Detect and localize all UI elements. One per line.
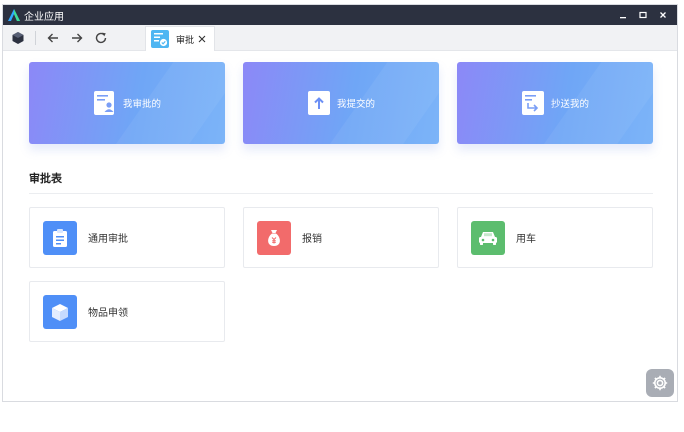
settings-button[interactable] <box>646 369 674 397</box>
card-label: 我提交的 <box>336 99 375 110</box>
tab-label: 审批 <box>176 35 195 46</box>
title-bar: 企业应用 <box>3 5 677 25</box>
section-divider <box>29 193 653 194</box>
app-icon-tile <box>43 294 77 329</box>
close-icon <box>660 12 666 18</box>
arrow-left-icon <box>47 33 58 42</box>
section-title: 审批表 <box>29 172 62 185</box>
gear-icon <box>652 375 668 391</box>
card-label: 我审批的 <box>122 99 161 110</box>
forward-button[interactable] <box>66 27 88 49</box>
home-button[interactable] <box>7 27 29 49</box>
minimize-button[interactable] <box>613 5 633 25</box>
app-window: 企业应用 审批 我审批的 我提交的 抄送我的 审批表 通用审批 报销 用车 物品… <box>2 4 678 402</box>
close-icon <box>198 35 206 43</box>
maximize-icon <box>639 11 647 19</box>
app-label: 报销 <box>302 234 322 245</box>
approval-document-icon <box>151 30 169 48</box>
app-vehicle[interactable]: 用车 <box>457 207 653 268</box>
minimize-icon <box>620 17 626 19</box>
car-icon <box>479 231 497 245</box>
box-icon <box>52 303 68 321</box>
upload-document-icon <box>307 91 330 115</box>
back-button[interactable] <box>42 27 64 49</box>
refresh-button[interactable] <box>90 27 112 49</box>
app-icon-tile <box>43 220 77 255</box>
arrow-right-icon <box>72 33 83 42</box>
app-general-approval[interactable]: 通用审批 <box>29 207 225 268</box>
hexagon-cube-icon <box>12 31 24 44</box>
cc-forward-document-icon <box>521 91 544 115</box>
app-logo-icon <box>8 9 20 21</box>
app-label: 物品申领 <box>88 308 128 319</box>
document-user-icon <box>93 91 114 115</box>
clipboard-icon <box>53 228 67 247</box>
tab-approval[interactable]: 审批 <box>145 26 215 51</box>
refresh-icon <box>95 32 107 43</box>
app-label: 通用审批 <box>88 234 128 245</box>
toolbar-divider <box>35 30 36 45</box>
app-label: 用车 <box>516 234 536 245</box>
window-controls <box>613 5 673 25</box>
money-bag-icon <box>268 229 280 246</box>
window-title: 企业应用 <box>24 11 64 23</box>
card-label: 抄送我的 <box>550 99 589 110</box>
app-icon-tile <box>471 220 505 255</box>
card-cc-to-me[interactable]: 抄送我的 <box>457 62 653 144</box>
app-item-requisition[interactable]: 物品申领 <box>29 281 225 342</box>
app-reimbursement[interactable]: 报销 <box>243 207 439 268</box>
card-my-submissions[interactable]: 我提交的 <box>243 62 439 144</box>
card-my-approvals[interactable]: 我审批的 <box>29 62 225 144</box>
close-window-button[interactable] <box>653 5 673 25</box>
maximize-button[interactable] <box>633 5 653 25</box>
app-icon-tile <box>257 220 291 255</box>
navigation-toolbar: 审批 <box>3 25 677 51</box>
tab-close-button[interactable] <box>196 33 208 45</box>
